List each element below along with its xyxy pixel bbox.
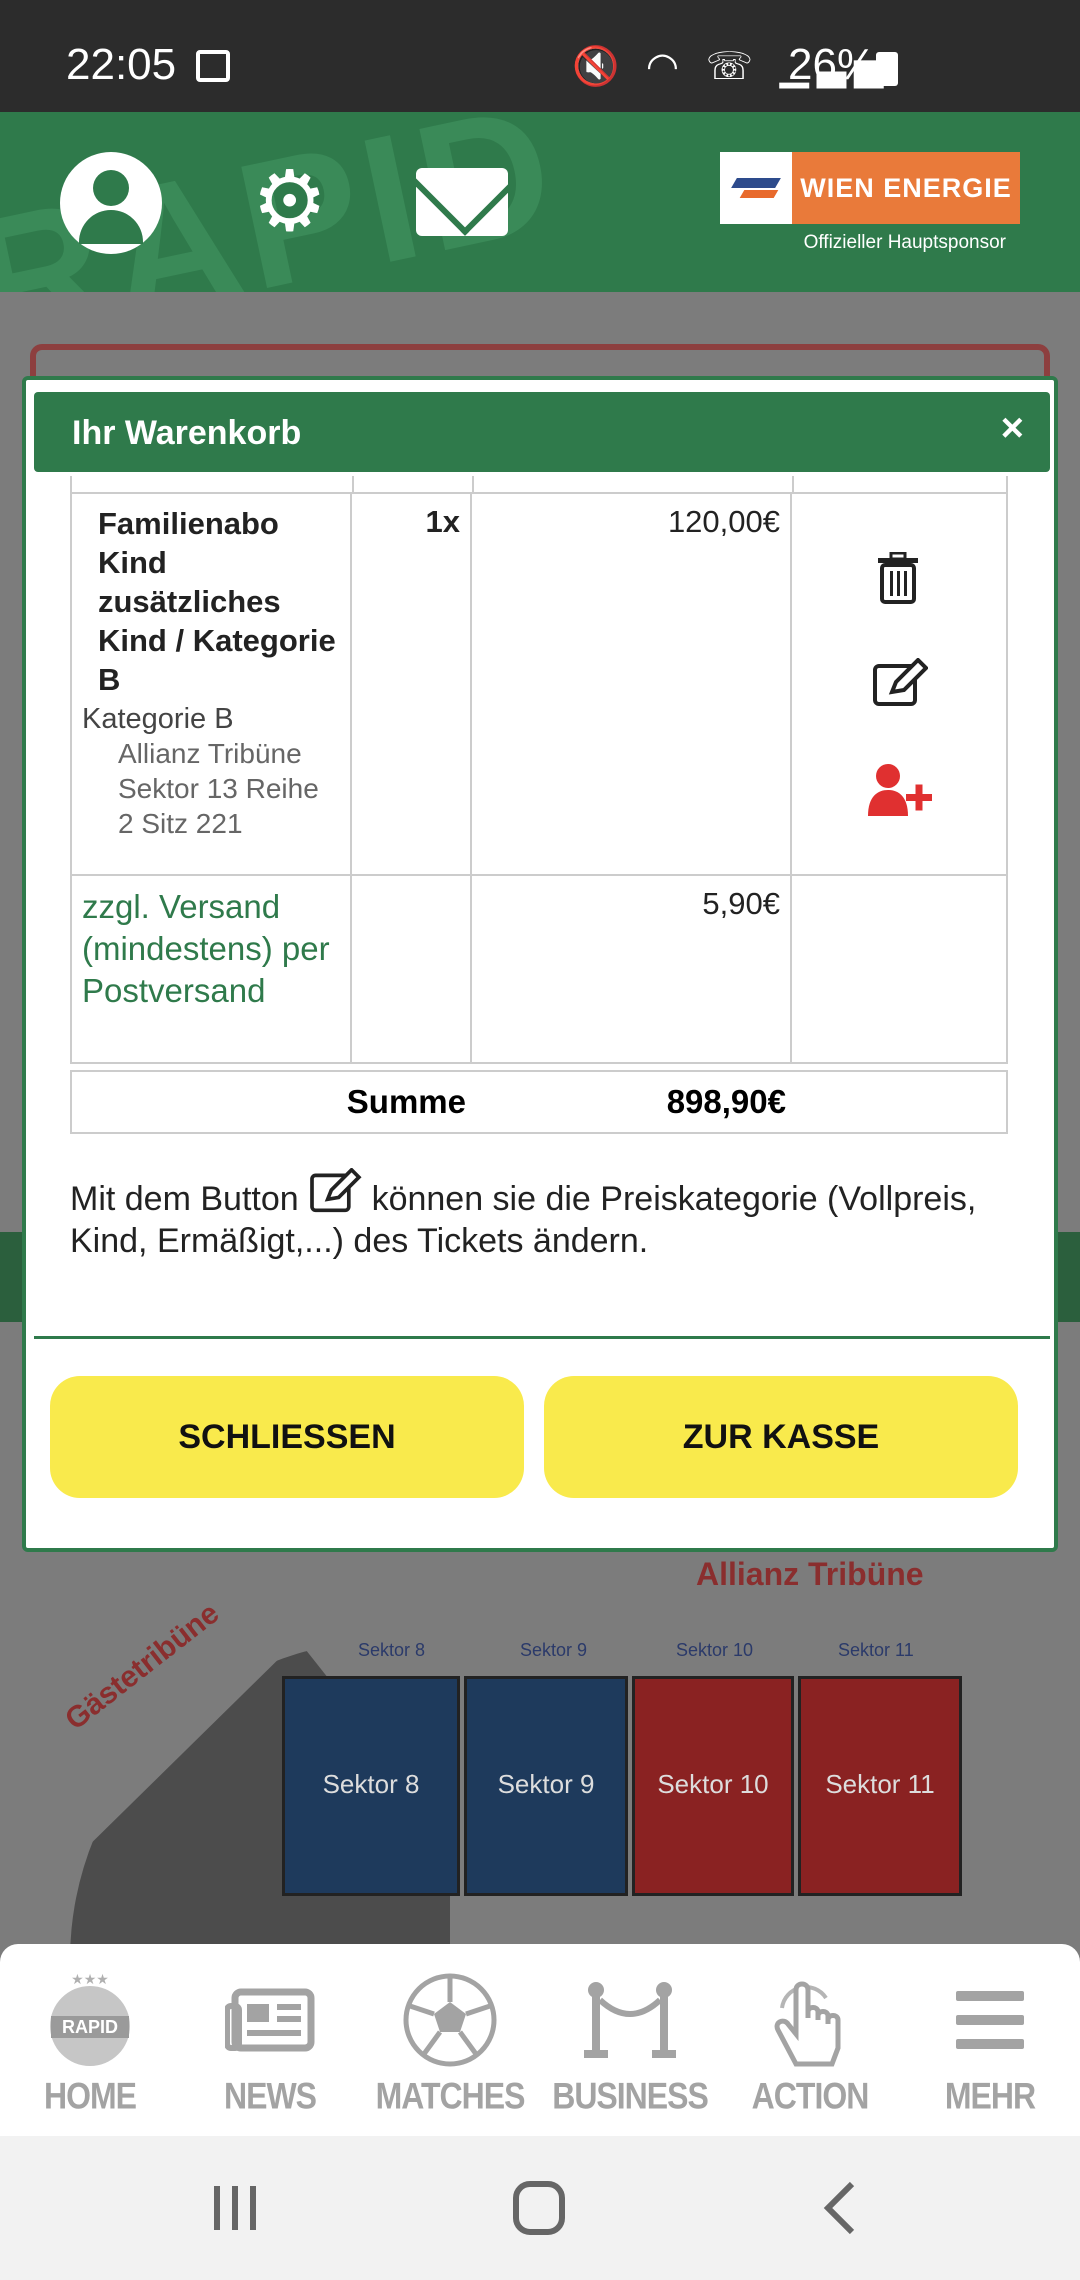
gallery-notification-icon	[196, 50, 230, 82]
stadium-title: Allianz Tribüne	[696, 1556, 924, 1592]
battery-icon	[876, 52, 898, 86]
soccer-ball-icon	[365, 1970, 535, 2070]
item-actions	[792, 494, 1006, 874]
system-nav-bar	[0, 2136, 1080, 2280]
svg-text:★★★: ★★★	[71, 1971, 109, 1987]
sum-row: Summe 898,90€	[70, 1070, 1008, 1134]
shipping-price: 5,90€	[472, 876, 792, 1062]
recent-apps-icon[interactable]	[200, 2176, 270, 2240]
sum-value: 898,90€	[666, 1083, 786, 1120]
item-qty: 1x	[352, 494, 472, 874]
svg-text:RAPID: RAPID	[62, 2017, 118, 2037]
cart-modal: Ihr Warenkorb × Familienabo Kind zusätzl…	[22, 376, 1058, 1552]
shipping-actions	[792, 876, 1006, 1062]
hamburger-menu-icon	[905, 1970, 1075, 2070]
table-scroll-edge	[70, 476, 1008, 492]
table-row: Familienabo Kind zusätzliches Kind / Kat…	[70, 492, 1008, 876]
edit-hint: Mit dem Button können sie die Preiskateg…	[70, 1168, 1010, 1262]
edit-icon	[310, 1168, 362, 1213]
status-bar: 22:05 🔇 ◠ ☏ ▁▃▅ 26%	[0, 0, 1080, 112]
settings-gear-icon[interactable]: ⚙	[252, 159, 327, 243]
newspaper-icon	[185, 1970, 355, 2070]
sector-block-label: Sektor 8	[322, 1769, 420, 1799]
modal-divider	[34, 1336, 1050, 1339]
edit-icon[interactable]	[872, 658, 928, 708]
stanchion-icon	[545, 1970, 715, 2070]
app-header: RAPID ⚙ WIEN ENERGIE Offizieller Hauptsp…	[0, 112, 1080, 292]
add-user-icon[interactable]	[866, 762, 934, 818]
sponsor-name: WIEN ENERGIE	[792, 152, 1020, 224]
sponsor-subtitle: Offizieller Hauptsponsor	[803, 232, 1006, 253]
trash-icon[interactable]	[876, 552, 920, 604]
close-icon[interactable]: ×	[1001, 406, 1024, 451]
item-seat: Allianz Tribüne Sektor 13 Reihe 2 Sitz 2…	[118, 738, 319, 839]
sum-label: Summe	[346, 1083, 466, 1120]
battery-percent: 26%	[788, 40, 877, 89]
modal-title: Ihr Warenkorb	[72, 414, 302, 452]
back-icon[interactable]	[806, 2176, 876, 2240]
bottom-nav: RAPID ★★★ HOME NEWS MATCHES BUSINESS ACTI…	[0, 1944, 1080, 2136]
hint-text-before: Mit dem Button	[70, 1180, 299, 1218]
nav-label: ACTION	[751, 2075, 870, 2117]
sector-block[interactable]: Sektor 11	[798, 1676, 962, 1896]
nav-home[interactable]: RAPID ★★★ HOME	[5, 1944, 175, 2136]
status-time: 22:05	[66, 40, 177, 89]
nav-label: BUSINESS	[552, 2075, 709, 2117]
rapid-crest-icon: RAPID ★★★	[5, 1970, 175, 2070]
sector-label: Sektor 9	[520, 1640, 588, 1660]
tap-hand-icon	[725, 1970, 895, 2070]
item-cell: Familienabo Kind zusätzliches Kind / Kat…	[72, 494, 352, 874]
sector-block-label: Sektor 10	[657, 1769, 769, 1799]
nav-label: NEWS	[224, 2075, 317, 2117]
item-name: Familienabo Kind zusätzliches Kind / Kat…	[98, 506, 336, 697]
shipping-label: zzgl. Versand (mindestens) per Postversa…	[72, 876, 352, 1062]
nav-label: MEHR	[944, 2075, 1036, 2117]
sector-label: Sektor 8	[358, 1640, 426, 1660]
nav-news[interactable]: NEWS	[185, 1944, 355, 2136]
sector-block-label: Sektor 11	[825, 1769, 935, 1799]
table-row: zzgl. Versand (mindestens) per Postversa…	[70, 876, 1008, 1064]
item-price: 120,00€	[472, 494, 792, 874]
sector-label: Sektor 10	[676, 1640, 754, 1660]
profile-icon[interactable]	[60, 152, 162, 254]
item-category: Kategorie B	[82, 703, 234, 735]
wien-energie-mark-icon	[720, 152, 792, 224]
sector-block-label: Sektor 9	[497, 1769, 595, 1799]
sector-block[interactable]: Sektor 9	[464, 1676, 628, 1896]
nav-matches[interactable]: MATCHES	[365, 1944, 535, 2136]
sector-block[interactable]: Sektor 8	[282, 1676, 460, 1896]
nav-label: HOME	[44, 2075, 137, 2117]
cart-table: Familienabo Kind zusätzliches Kind / Kat…	[70, 476, 1008, 1134]
close-button[interactable]: SCHLIESSEN	[50, 1376, 524, 1498]
checkout-button[interactable]: ZUR KASSE	[544, 1376, 1018, 1498]
nav-label: MATCHES	[375, 2075, 526, 2117]
sponsor-logo[interactable]: WIEN ENERGIE Offizieller Hauptsponsor	[720, 152, 1020, 254]
nav-action[interactable]: ACTION	[725, 1944, 895, 2136]
shipping-qty	[352, 876, 472, 1062]
mail-icon[interactable]	[416, 168, 508, 236]
home-icon[interactable]	[504, 2176, 574, 2240]
sector-label: Sektor 11	[838, 1640, 914, 1660]
modal-header: Ihr Warenkorb ×	[34, 392, 1050, 472]
gaeste-tribuene-label: Gästetribüne	[59, 1596, 226, 1737]
nav-business[interactable]: BUSINESS	[545, 1944, 715, 2136]
sector-block[interactable]: Sektor 10	[632, 1676, 794, 1896]
nav-more[interactable]: MEHR	[905, 1944, 1075, 2136]
